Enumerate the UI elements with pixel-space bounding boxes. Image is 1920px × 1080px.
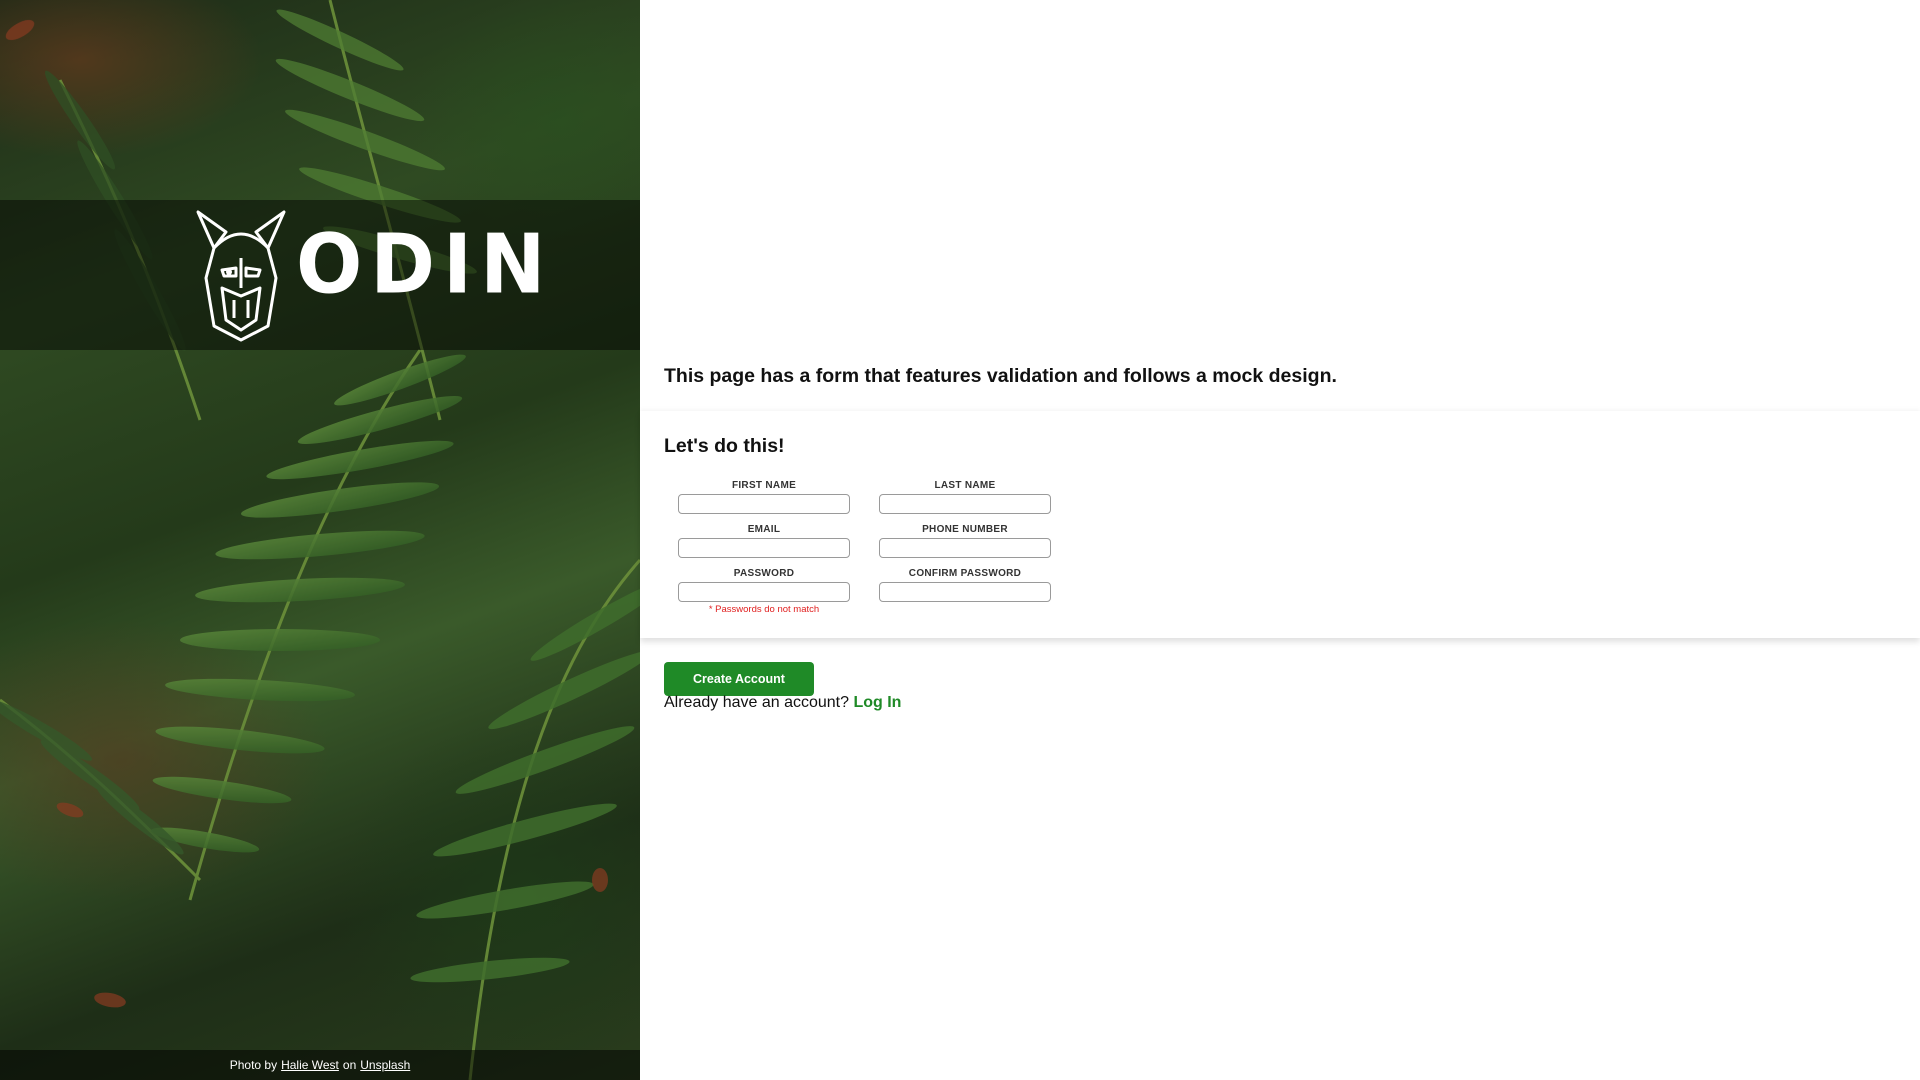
credit-author-link[interactable]: Halie West — [281, 1058, 339, 1072]
hero-panel: ODIN Photo by Halie West on Unsplash — [0, 0, 640, 1080]
confirm-password-field-group: CONFIRM PASSWORD — [879, 568, 1051, 602]
login-prompt: Already have an account? Log In — [664, 694, 901, 712]
phone-input[interactable] — [879, 538, 1051, 558]
email-label: EMAIL — [747, 524, 781, 535]
login-prompt-text: Already have an account? — [664, 694, 850, 711]
email-field-group: EMAIL — [678, 524, 850, 558]
signup-form: Let's do this! FIRST NAME LAST NAME EMAI… — [640, 411, 1920, 638]
page: ODIN Photo by Halie West on Unsplash Thi… — [0, 0, 1920, 1080]
last-name-field-group: LAST NAME — [879, 480, 1051, 514]
credit-source-link[interactable]: Unsplash — [360, 1058, 410, 1072]
password-label: PASSWORD — [733, 568, 795, 579]
intro-text: This page has a form that features valid… — [664, 365, 1337, 387]
main-content: This page has a form that features valid… — [640, 0, 1920, 1080]
credit-middle: on — [342, 1058, 357, 1072]
password-field-group: PASSWORD * Passwords do not match — [678, 568, 850, 615]
form-title: Let's do this! — [664, 435, 785, 457]
first-name-field-group: FIRST NAME — [678, 480, 850, 514]
fern-background-image — [0, 0, 640, 1080]
photo-credit: Photo by Halie West on Unsplash — [0, 1050, 640, 1080]
password-input[interactable] — [678, 582, 850, 602]
email-input[interactable] — [678, 538, 850, 558]
credit-prefix: Photo by — [229, 1058, 278, 1072]
create-account-button[interactable]: Create Account — [664, 662, 814, 696]
odin-logo: ODIN — [196, 208, 545, 343]
phone-field-group: PHONE NUMBER — [879, 524, 1051, 558]
first-name-input[interactable] — [678, 494, 850, 514]
confirm-password-label: CONFIRM PASSWORD — [908, 568, 1022, 579]
brand-name: ODIN — [296, 217, 554, 313]
first-name-label: FIRST NAME — [731, 480, 797, 491]
login-link[interactable]: Log In — [853, 694, 901, 711]
last-name-label: LAST NAME — [934, 480, 996, 491]
phone-label: PHONE NUMBER — [922, 524, 1008, 535]
last-name-input[interactable] — [879, 494, 1051, 514]
confirm-password-input[interactable] — [879, 582, 1051, 602]
password-error-message: * Passwords do not match — [708, 604, 820, 615]
